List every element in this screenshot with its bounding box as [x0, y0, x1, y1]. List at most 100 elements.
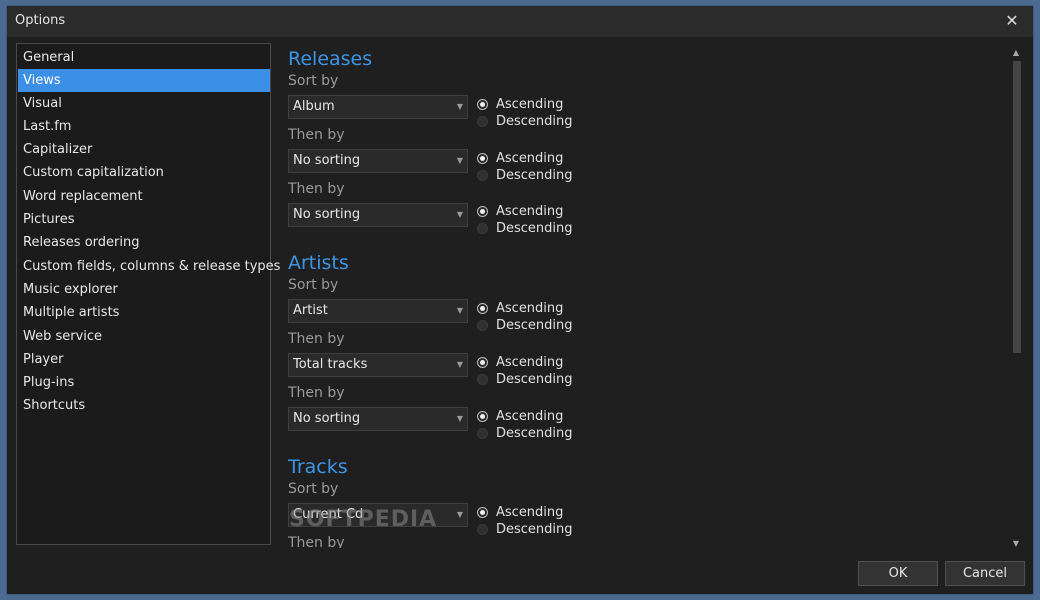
- then-by-label: Then by: [288, 385, 345, 401]
- softpedia-watermark: SOFTPEDIA: [289, 507, 438, 532]
- releases-then-by-select-1[interactable]: No sorting ▼: [288, 149, 468, 173]
- sort-by-label: Sort by: [288, 481, 339, 497]
- radio-label: Descending: [496, 221, 573, 236]
- releases-then-by-select-2[interactable]: No sorting ▼: [288, 203, 468, 227]
- chevron-down-icon: ▼: [456, 156, 463, 165]
- section-title-tracks: Tracks: [288, 456, 348, 478]
- sidebar-item-plug-ins[interactable]: Plug-ins: [18, 371, 270, 394]
- then-by-label: Then by: [288, 127, 345, 143]
- radio-checked-icon: [477, 206, 488, 217]
- radio-unchecked-icon: [477, 116, 488, 127]
- tracks-sort-descending-radio[interactable]: Descending: [477, 522, 597, 538]
- views-settings-panel: Releases Sort by Album ▼ Ascending Desce…: [277, 43, 1007, 548]
- releases-then1-descending-radio[interactable]: Descending: [477, 168, 597, 184]
- radio-label: Ascending: [496, 97, 564, 112]
- sidebar-item-multiple-artists[interactable]: Multiple artists: [18, 301, 270, 324]
- releases-then2-ascending-radio[interactable]: Ascending: [477, 204, 597, 220]
- radio-checked-icon: [477, 303, 488, 314]
- sidebar-item-custom-capitalization[interactable]: Custom capitalization: [18, 161, 270, 184]
- radio-unchecked-icon: [477, 524, 488, 535]
- radio-label: Ascending: [496, 301, 564, 316]
- then-by-label: Then by: [288, 181, 345, 197]
- sidebar-item-capitalizer[interactable]: Capitalizer: [18, 138, 270, 161]
- radio-label: Descending: [496, 318, 573, 333]
- radio-label: Ascending: [496, 505, 564, 520]
- artists-sort-descending-radio[interactable]: Descending: [477, 318, 597, 334]
- artists-then2-descending-radio[interactable]: Descending: [477, 426, 597, 442]
- radio-unchecked-icon: [477, 223, 488, 234]
- select-value: Total tracks: [293, 357, 368, 372]
- radio-label: Descending: [496, 426, 573, 441]
- sort-by-label: Sort by: [288, 73, 339, 89]
- radio-label: Ascending: [496, 204, 564, 219]
- select-value: Artist: [293, 303, 328, 318]
- cancel-button[interactable]: Cancel: [945, 561, 1025, 586]
- artists-sort-by-select[interactable]: Artist ▼: [288, 299, 468, 323]
- title-bar: Options ✕: [7, 6, 1033, 37]
- artists-then-by-select-1[interactable]: Total tracks ▼: [288, 353, 468, 377]
- sidebar-item-music-explorer[interactable]: Music explorer: [18, 278, 270, 301]
- chevron-down-icon: ▼: [456, 102, 463, 111]
- releases-sort-by-select[interactable]: Album ▼: [288, 95, 468, 119]
- radio-checked-icon: [477, 99, 488, 110]
- chevron-down-icon: ▼: [456, 306, 463, 315]
- sidebar-item-word-replacement[interactable]: Word replacement: [18, 185, 270, 208]
- radio-label: Ascending: [496, 409, 564, 424]
- artists-sort-ascending-radio[interactable]: Ascending: [477, 301, 597, 317]
- radio-label: Descending: [496, 114, 573, 129]
- releases-sort-ascending-radio[interactable]: Ascending: [477, 97, 597, 113]
- select-value: No sorting: [293, 411, 361, 426]
- chevron-down-icon: ▼: [456, 414, 463, 423]
- content-scrollbar[interactable]: ▲ ▼: [1010, 46, 1022, 548]
- select-value: No sorting: [293, 207, 361, 222]
- sidebar-item-shortcuts[interactable]: Shortcuts: [18, 394, 270, 417]
- radio-label: Descending: [496, 522, 573, 537]
- sidebar-item-views[interactable]: Views: [18, 69, 270, 92]
- radio-unchecked-icon: [477, 170, 488, 181]
- artists-then1-ascending-radio[interactable]: Ascending: [477, 355, 597, 371]
- radio-label: Descending: [496, 168, 573, 183]
- sidebar-item-releases-ordering[interactable]: Releases ordering: [18, 231, 270, 254]
- radio-checked-icon: [477, 153, 488, 164]
- tracks-sort-ascending-radio[interactable]: Ascending: [477, 505, 597, 521]
- sidebar-item-visual[interactable]: Visual: [18, 92, 270, 115]
- chevron-down-icon: ▼: [456, 210, 463, 219]
- artists-then1-descending-radio[interactable]: Descending: [477, 372, 597, 388]
- artists-then2-ascending-radio[interactable]: Ascending: [477, 409, 597, 425]
- sidebar-item-web-service[interactable]: Web service: [18, 325, 270, 348]
- radio-checked-icon: [477, 357, 488, 368]
- radio-checked-icon: [477, 507, 488, 518]
- releases-then1-ascending-radio[interactable]: Ascending: [477, 151, 597, 167]
- then-by-label: Then by: [288, 331, 345, 347]
- radio-label: Ascending: [496, 355, 564, 370]
- chevron-down-icon: ▼: [456, 360, 463, 369]
- ok-button[interactable]: OK: [858, 561, 938, 586]
- scroll-up-arrow-icon[interactable]: ▲: [1010, 48, 1022, 57]
- options-window: Options ✕ General Views Visual Last.fm C…: [6, 5, 1034, 595]
- section-title-artists: Artists: [288, 252, 349, 274]
- select-value: No sorting: [293, 153, 361, 168]
- sidebar-item-player[interactable]: Player: [18, 348, 270, 371]
- section-title-releases: Releases: [288, 48, 373, 70]
- sidebar-item-lastfm[interactable]: Last.fm: [18, 115, 270, 138]
- select-value: Album: [293, 99, 335, 114]
- artists-then-by-select-2[interactable]: No sorting ▼: [288, 407, 468, 431]
- radio-label: Ascending: [496, 151, 564, 166]
- releases-sort-descending-radio[interactable]: Descending: [477, 114, 597, 130]
- sort-by-label: Sort by: [288, 277, 339, 293]
- chevron-down-icon: ▼: [456, 510, 463, 519]
- sidebar-item-pictures[interactable]: Pictures: [18, 208, 270, 231]
- close-icon[interactable]: ✕: [999, 9, 1025, 33]
- radio-label: Descending: [496, 372, 573, 387]
- window-title: Options: [15, 13, 66, 28]
- options-sidebar: General Views Visual Last.fm Capitalizer…: [16, 43, 280, 545]
- scroll-thumb[interactable]: [1013, 61, 1021, 353]
- sidebar-item-custom-fields[interactable]: Custom fields, columns & release types: [18, 255, 280, 278]
- sidebar-item-general[interactable]: General: [18, 46, 270, 69]
- radio-unchecked-icon: [477, 428, 488, 439]
- then-by-label: Then by: [288, 535, 345, 548]
- radio-unchecked-icon: [477, 374, 488, 385]
- releases-then2-descending-radio[interactable]: Descending: [477, 221, 597, 237]
- radio-checked-icon: [477, 411, 488, 422]
- scroll-down-arrow-icon[interactable]: ▼: [1010, 539, 1022, 548]
